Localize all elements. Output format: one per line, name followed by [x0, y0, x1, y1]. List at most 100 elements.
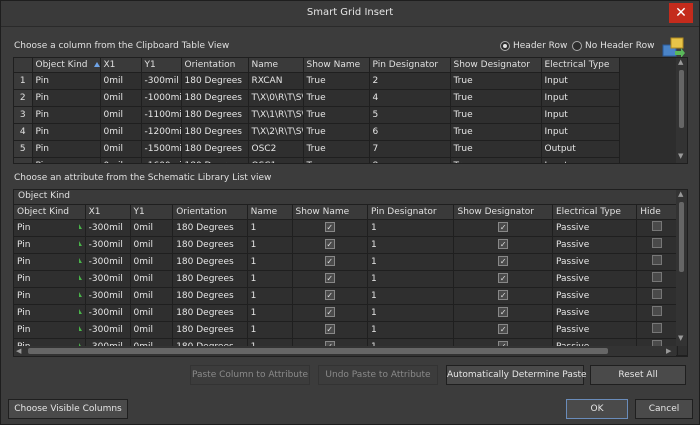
checkbox-checked-icon[interactable]: ✓ [498, 239, 509, 249]
table-cell[interactable]: Input [541, 106, 620, 124]
table-cell[interactable]: 1 [247, 219, 293, 237]
checkbox-checked-icon[interactable]: ✓ [498, 307, 509, 317]
table-cell[interactable]: True [450, 140, 542, 158]
table-cell[interactable]: 0mil [130, 253, 174, 271]
table-cell[interactable]: 0mil [100, 123, 142, 141]
checkbox-checked-icon[interactable]: ✓ [498, 273, 509, 283]
table-cell[interactable]: 0mil [130, 236, 174, 254]
table-cell[interactable]: 6 [369, 123, 451, 141]
table-cell[interactable]: -300mil [85, 219, 131, 237]
table-cell[interactable]: Input [541, 89, 620, 107]
column-header[interactable]: Show Designator [453, 205, 553, 220]
table-cell[interactable]: 1 [367, 321, 455, 339]
table-cell[interactable]: 5 [369, 106, 451, 124]
checkbox-checked-icon[interactable]: ✓ [498, 290, 509, 300]
table-cell[interactable]: True [303, 157, 370, 163]
table-row[interactable]: Pin -300mil 0mil 180 Degrees 1 ✓ 1 ✓ Passive [14, 219, 687, 237]
table-cell[interactable]: Pin [14, 287, 86, 305]
column-header[interactable]: Pin Designator [367, 205, 455, 220]
table-cell[interactable]: 180 Degrees [181, 106, 249, 124]
clipboard-vertical-scrollbar[interactable]: ▲ ▼ [676, 58, 687, 163]
table-cell[interactable]: 180 Degrees [181, 157, 249, 163]
column-header[interactable]: Y1 [130, 205, 174, 220]
table-cell[interactable]: 0mil [130, 270, 174, 288]
table-cell[interactable]: 0mil [100, 89, 142, 107]
checkbox-checked-icon[interactable]: ✓ [324, 239, 335, 249]
table-row[interactable]: Pin -300mil 0mil 180 Degrees 1 ✓ 1 ✓ Passive [14, 287, 687, 305]
table-cell[interactable]: -300mil [85, 321, 131, 339]
row-number[interactable]: 3 [14, 106, 33, 124]
table-cell[interactable]: 0mil [100, 157, 142, 163]
table-cell[interactable]: 1 [247, 270, 293, 288]
column-header[interactable]: Show Designator [450, 58, 542, 73]
checkbox-checked-icon[interactable]: ✓ [324, 324, 335, 334]
column-header[interactable]: Hide [636, 205, 678, 220]
undo-paste-button[interactable]: Undo Paste to Attribute [318, 365, 438, 385]
table-cell[interactable]: Passive [552, 253, 638, 271]
column-header[interactable]: Orientation [172, 205, 248, 220]
checkbox-cell[interactable]: ✓ [453, 321, 553, 339]
table-cell[interactable]: Pin [14, 270, 86, 288]
table-cell[interactable]: 2 [369, 72, 451, 90]
table-row[interactable]: 2 Pin 0mil -1000mil 180 Degrees T\X\0\R\T\S\ T… [14, 89, 620, 107]
no-header-row-radio[interactable]: No Header Row [572, 41, 654, 51]
column-header[interactable]: Show Name [292, 205, 369, 220]
close-icon[interactable]: ✕ [669, 3, 693, 23]
table-cell[interactable]: Pin [32, 106, 101, 124]
checkbox-cell[interactable]: ✓ [453, 236, 553, 254]
paste-column-button[interactable]: Paste Column to Attribute [190, 365, 310, 385]
table-cell[interactable]: Pin [14, 321, 86, 339]
checkbox-checked-icon[interactable]: ✓ [498, 222, 509, 232]
table-cell[interactable]: -300mil [141, 72, 182, 90]
table-cell[interactable]: 180 Degrees [181, 72, 249, 90]
table-cell[interactable]: True [450, 72, 542, 90]
header-row-radio[interactable]: Header Row [500, 41, 567, 51]
column-header[interactable]: Name [247, 205, 293, 220]
column-header[interactable]: Y1 [141, 58, 182, 73]
table-cell[interactable]: Pin [14, 304, 86, 322]
table-cell[interactable]: 180 Degrees [172, 253, 248, 271]
table-cell[interactable]: Input [541, 72, 620, 90]
table-cell[interactable]: 1 [367, 219, 455, 237]
column-header[interactable]: Orientation [181, 58, 249, 73]
table-cell[interactable]: OSC1 [248, 157, 304, 163]
table-row[interactable]: Pin0mil-1600mil180 DegreesOSC1True8TrueI… [14, 157, 620, 163]
table-cell[interactable]: RXCAN [248, 72, 304, 90]
reset-all-button[interactable]: Reset All [590, 365, 686, 385]
column-header[interactable]: X1 [85, 205, 131, 220]
table-cell[interactable]: 0mil [130, 321, 174, 339]
table-cell[interactable]: 1 [367, 270, 455, 288]
checkbox-checked-icon[interactable]: ✓ [324, 222, 335, 232]
ok-button[interactable]: OK [566, 399, 628, 419]
checkbox-cell[interactable]: ✓ [292, 321, 369, 339]
scroll-down-icon[interactable]: ▼ [678, 334, 683, 342]
table-cell[interactable]: 1 [367, 304, 455, 322]
table-cell[interactable]: True [450, 89, 542, 107]
table-cell[interactable]: Passive [552, 287, 638, 305]
table-cell[interactable]: 0mil [130, 287, 174, 305]
table-cell[interactable]: Pin [14, 236, 86, 254]
column-header[interactable]: Object Kind [32, 58, 101, 73]
checkbox-cell[interactable]: ✓ [292, 236, 369, 254]
table-cell[interactable]: -1600mil [141, 157, 182, 163]
table-cell[interactable]: 180 Degrees [181, 140, 249, 158]
table-cell[interactable]: Input [541, 123, 620, 141]
table-row[interactable]: Pin -300mil 0mil 180 Degrees 1 ✓ 1 ✓ Passive [14, 321, 687, 339]
table-cell[interactable]: 180 Degrees [181, 123, 249, 141]
table-cell[interactable]: True [303, 140, 370, 158]
checkbox-checked-icon[interactable]: ✓ [324, 273, 335, 283]
table-cell[interactable]: 180 Degrees [172, 236, 248, 254]
checkbox-unchecked-icon[interactable] [652, 306, 663, 316]
table-cell[interactable]: -1500mil [141, 140, 182, 158]
checkbox-cell[interactable]: ✓ [292, 253, 369, 271]
table-row[interactable]: Pin -300mil 0mil 180 Degrees 1 ✓ 1 ✓ Passive [14, 270, 687, 288]
table-cell[interactable]: Pin [32, 123, 101, 141]
checkbox-cell[interactable]: ✓ [292, 287, 369, 305]
checkbox-checked-icon[interactable]: ✓ [324, 256, 335, 266]
checkbox-cell[interactable]: ✓ [453, 219, 553, 237]
table-cell[interactable]: Pin [32, 140, 101, 158]
choose-visible-columns-button[interactable]: Choose Visible Columns [8, 399, 128, 419]
table-cell[interactable]: -1200mil [141, 123, 182, 141]
column-header[interactable]: Electrical Type [541, 58, 620, 73]
table-cell[interactable]: True [303, 123, 370, 141]
